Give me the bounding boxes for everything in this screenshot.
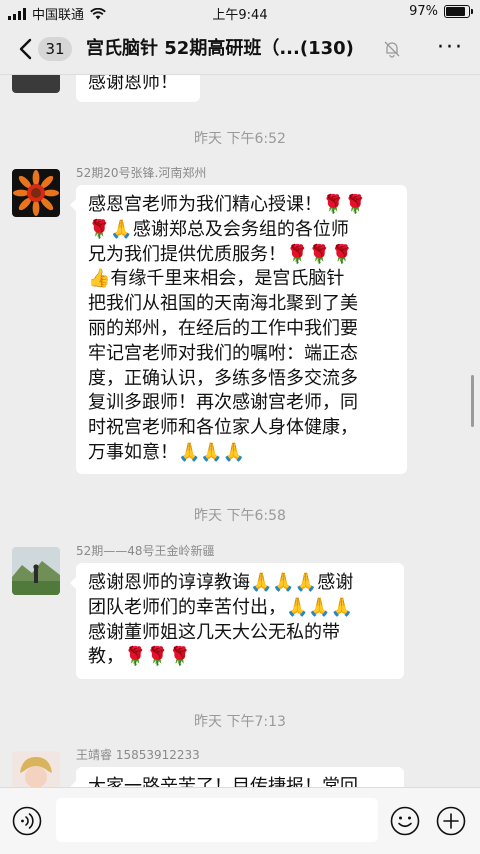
message-bubble[interactable]: 感恩宫老师为我们精心授课！🌹🌹 🌹🙏感谢郑总及会务组的各位师 兄为我们提供优质服… [70,185,407,474]
message-input[interactable] [56,798,378,842]
chat-header: 31 宫氏脑针 52期高研班（...(130) ··· [0,24,480,75]
message-bubble[interactable]: 感谢恩师的谆谆教诲🙏🙏🙏感谢 团队老师们的幸苦付出，🙏🙏🙏 感谢董师姐这几天大公… [70,563,404,679]
message-line: 感谢董师姐这几天大公无私的带 [88,621,340,643]
message-line: 感恩宫老师为我们精心授课！🌹🌹 [88,194,367,215]
message-line: 复训多跟师！再次感谢宫老师，同 [88,392,358,414]
avatar[interactable] [12,75,60,93]
add-more-icon[interactable] [436,806,466,836]
message-line: 丽的郑州，在经后的工作中我们要 [88,317,358,339]
sender-name: 52期20号张锋.河南郑州 [76,166,207,180]
chat-title: 宫氏脑针 52期高研班（...(130) [86,37,376,61]
landscape-avatar-image [12,547,60,595]
message-line: 牢记宫老师对我们的嘱咐：端正态 [88,342,358,364]
unread-count-badge[interactable]: 31 [38,37,72,61]
message-line: 👍有缘千里来相会，是宫氏脑针 [88,268,345,290]
message-line: 度，正确认识，多练多悟多交流多 [88,367,358,389]
battery-percent: 97% [409,4,438,19]
message-line: 教，🌹🌹🌹 [88,646,192,668]
message-line: 大家一路辛苦了！目传捷报！常回 [88,776,358,787]
voice-input-icon[interactable] [12,806,42,836]
avatar[interactable] [12,169,60,217]
emoji-icon[interactable] [390,806,420,836]
message-line: 🌹🙏感谢郑总及会务组的各位师 [88,218,349,240]
message-bubble[interactable]: 大家一路辛苦了！目传捷报！常回 [70,767,404,787]
group-name: 宫氏脑针 52期高研班（... [86,38,300,59]
input-bar [0,787,480,854]
avatar[interactable] [12,751,60,787]
message-text: 感谢恩师！ [88,75,178,93]
message-line: 时祝宫老师和各位家人身体健康， [88,417,358,439]
message-line: 兄为我们提供优质服务！🌹🌹🌹 [88,243,354,265]
avatar[interactable] [12,547,60,595]
message-bubble[interactable]: 感谢恩师！ [76,75,200,102]
message-line: 团队老师们的幸苦付出，🙏🙏🙏 [88,596,354,618]
time-divider: 昨天 下午6:58 [194,508,286,524]
message-line: 万事如意！🙏🙏🙏 [88,441,246,463]
sender-name: 王靖睿 15853912233 [76,748,200,762]
message-line: 把我们从祖国的天南海北聚到了美 [88,293,358,315]
time-divider: 昨天 下午6:52 [194,131,286,147]
mute-bell-icon [384,41,400,58]
scrollbar[interactable] [471,375,474,427]
sender-name: 52期——48号王金岭新疆 [76,544,215,558]
time-divider: 昨天 下午7:13 [194,714,286,730]
more-options-button[interactable]: ··· [437,37,464,59]
sunflower-avatar-image [12,169,60,217]
status-bar: 中国联通 上午9:44 97% [0,0,480,24]
battery-icon [444,5,473,18]
message-line: 感谢恩师的谆谆教诲🙏🙏🙏感谢 [88,572,354,593]
back-arrow-icon[interactable] [14,36,40,62]
status-time: 上午9:44 [212,8,268,23]
member-count: (130) [299,38,354,59]
message-list[interactable]: 感谢恩师！ 昨天 下午6:52 52期20号张锋.河南郑州 感恩宫老师为我们精心… [0,75,480,787]
person-avatar-image [12,751,60,787]
